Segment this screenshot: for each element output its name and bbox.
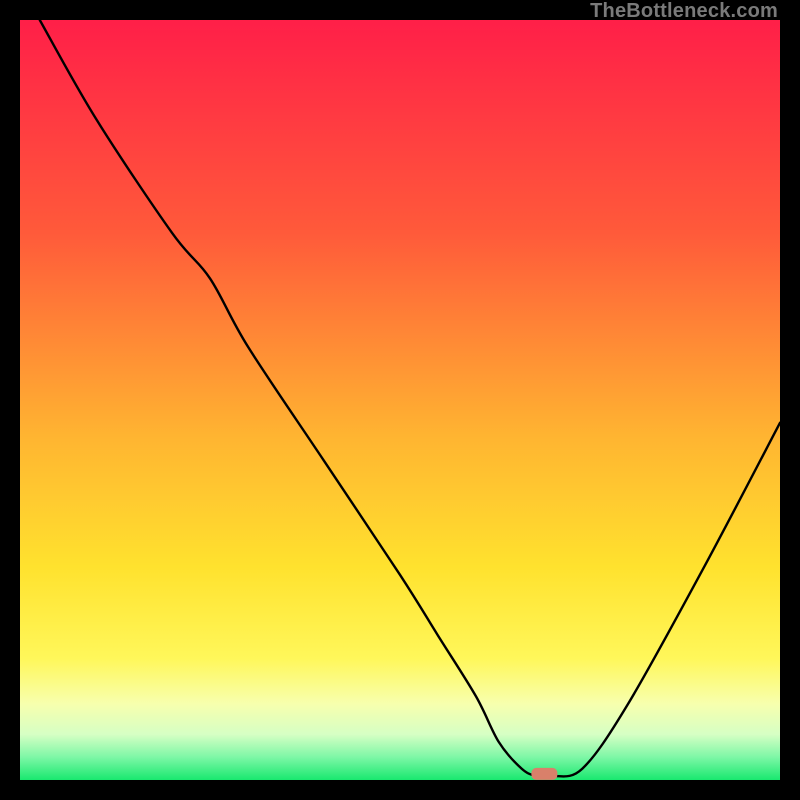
- optimal-marker: [531, 768, 557, 780]
- chart-frame: TheBottleneck.com: [0, 0, 800, 800]
- plot-background: [20, 20, 780, 780]
- bottleneck-plot: [20, 20, 780, 780]
- watermark-label: TheBottleneck.com: [590, 0, 778, 23]
